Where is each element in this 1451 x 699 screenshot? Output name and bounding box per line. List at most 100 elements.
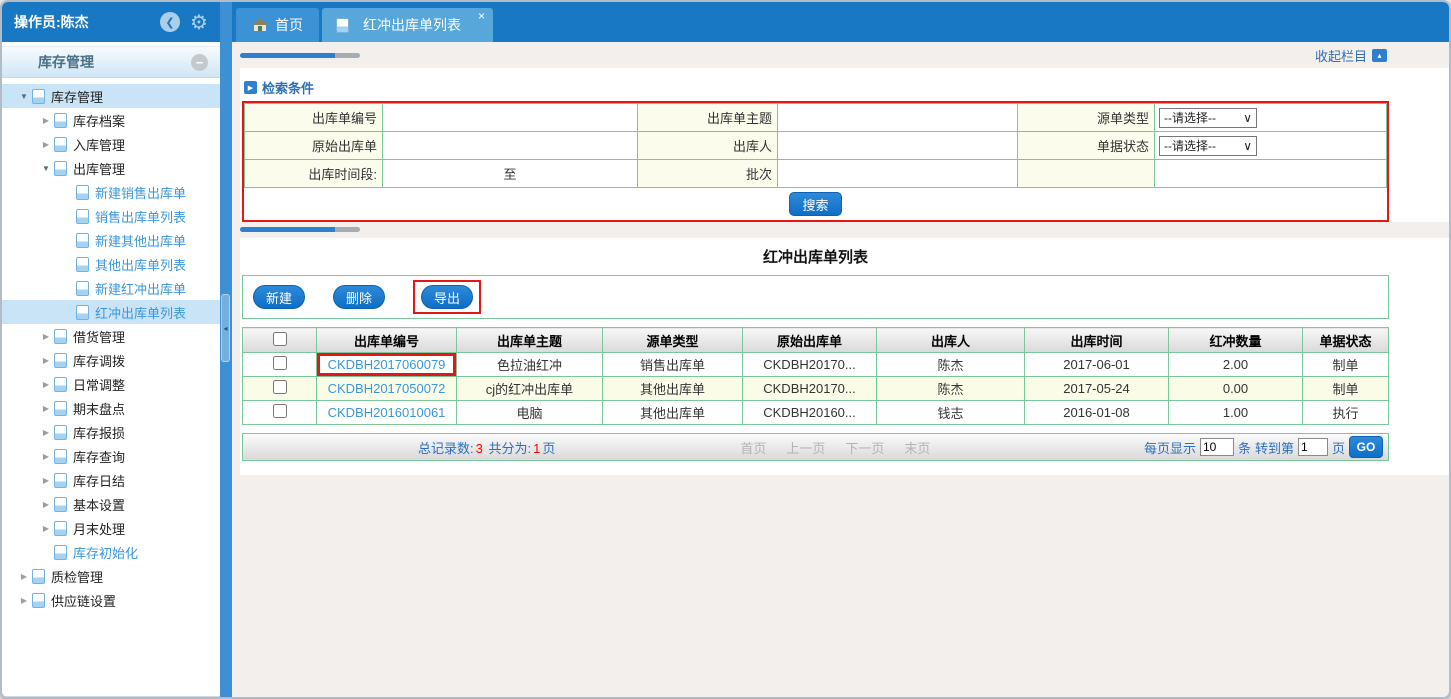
tree-item[interactable]: 新建其他出库单 [2,228,220,252]
order-code-link[interactable]: CKDBH2016010061 [328,405,446,420]
tree-item[interactable]: ▶入库管理 [2,132,220,156]
collapse-columns-link[interactable]: 收起栏目 ▴ [1315,46,1387,65]
per-page-input[interactable] [1200,438,1234,456]
new-button[interactable]: 新建 [253,285,305,309]
pages-suffix: 页 [542,441,555,456]
order-code-link[interactable]: CKDBH2017060079 [328,357,446,372]
collapsed-arrow-icon[interactable]: ▶ [38,140,54,149]
document-icon [54,401,67,416]
document-icon [54,545,67,560]
column-header[interactable]: 原始出库单 [743,328,877,353]
tree-item[interactable]: ▶库存日结 [2,468,220,492]
row-checkbox[interactable] [273,380,287,394]
tree-item[interactable]: ▶供应链设置 [2,588,220,612]
column-header[interactable]: 出库时间 [1025,328,1169,353]
tree-item[interactable]: ▶库存报损 [2,420,220,444]
tree-item[interactable]: ▶期末盘点 [2,396,220,420]
collapsed-arrow-icon[interactable]: ▶ [38,452,54,461]
column-header[interactable]: 红冲数量 [1169,328,1303,353]
delete-button[interactable]: 删除 [333,285,385,309]
page-nav-link[interactable]: 首页 [740,438,766,457]
sidebar-collapse-handle[interactable]: ◂ [221,294,230,362]
expanded-arrow-icon[interactable]: ▼ [38,164,54,173]
back-icon[interactable]: ❮ [160,12,180,32]
tree-item[interactable]: ▶库存档案 [2,108,220,132]
original-outbound-input[interactable] [383,132,638,160]
outbound-time-range[interactable]: 至 [383,160,638,188]
original-cell: CKDBH20160... [743,401,877,425]
tree-item[interactable]: ▶日常调整 [2,372,220,396]
tree-item[interactable]: 新建销售出库单 [2,180,220,204]
page-nav-link[interactable]: 末页 [904,438,930,457]
outbound-subject-input[interactable] [778,104,1018,132]
batch-input[interactable] [778,160,1018,188]
field-label: 出库单主题 [638,104,778,132]
tree-item[interactable]: 红冲出库单列表 [2,300,220,324]
tree-item[interactable]: ▼出库管理 [2,156,220,180]
tree-item[interactable]: ▶库存查询 [2,444,220,468]
section-arrow-icon: ▶ [244,81,257,94]
tree-item[interactable]: ▼库存管理 [2,84,220,108]
document-icon [336,18,349,33]
collapsed-arrow-icon[interactable]: ▶ [16,596,32,605]
collapsed-arrow-icon[interactable]: ▶ [38,332,54,341]
horizontal-scrollbar[interactable] [240,227,360,232]
tree-item-label: 基本设置 [73,495,125,514]
tree-item[interactable]: ▶质检管理 [2,564,220,588]
date-cell: 2016-01-08 [1025,401,1169,425]
row-checkbox[interactable] [273,356,287,370]
horizontal-scrollbar[interactable] [240,53,360,58]
document-icon [54,521,67,536]
document-icon [32,593,45,608]
order-code-link[interactable]: CKDBH2017050072 [328,381,446,396]
column-header[interactable]: 出库人 [877,328,1025,353]
collapsed-arrow-icon[interactable]: ▶ [38,428,54,437]
page-nav-link[interactable]: 上一页 [786,438,825,457]
row-checkbox[interactable] [273,404,287,418]
outbound-order-no-input[interactable] [383,104,638,132]
tree-item[interactable]: ▶月末处理 [2,516,220,540]
collapse-minus-icon[interactable]: − [191,54,208,71]
collapsed-arrow-icon[interactable]: ▶ [38,356,54,365]
tree-item[interactable]: ▶库存调拨 [2,348,220,372]
column-header[interactable]: 单据状态 [1303,328,1389,353]
collapsed-arrow-icon[interactable]: ▶ [16,572,32,581]
column-header[interactable]: 源单类型 [603,328,743,353]
expanded-arrow-icon[interactable]: ▼ [16,92,32,101]
tree-item[interactable]: 新建红冲出库单 [2,276,220,300]
tab-red-flush-list[interactable]: 红冲出库单列表 × [322,8,493,42]
collapsed-arrow-icon[interactable]: ▶ [38,500,54,509]
tree-item[interactable]: ▶ 基本设置 [2,492,220,516]
source-type-select[interactable]: --请选择--∨ [1155,104,1387,132]
search-conditions-header[interactable]: ▶ 检索条件 [244,78,1449,97]
collapsed-arrow-icon[interactable]: ▶ [38,476,54,485]
tree-item[interactable]: 销售出库单列表 [2,204,220,228]
goto-page-input[interactable] [1298,438,1328,456]
subject-cell: 色拉油红冲 [457,353,603,377]
doc-status-select[interactable]: --请选择--∨ [1159,136,1257,156]
total-count: 3 [474,441,485,456]
go-button[interactable]: GO [1349,436,1383,458]
search-button[interactable]: 搜索 [789,192,841,216]
export-button[interactable]: 导出 [421,285,473,309]
qty-cell: 0.00 [1169,377,1303,401]
outbound-person-input[interactable] [778,132,1018,160]
operator-bar: 操作员:陈杰 ❮ ⚙ [2,2,220,42]
tree-item[interactable]: ▶借货管理 [2,324,220,348]
source-type-select[interactable]: --请选择--∨ [1159,108,1257,128]
collapsed-arrow-icon[interactable]: ▶ [38,380,54,389]
tab-home[interactable]: 首页 [236,8,319,42]
collapsed-arrow-icon[interactable]: ▶ [38,524,54,533]
page-nav-link[interactable]: 下一页 [845,438,884,457]
tab-close-icon[interactable]: × [478,10,485,22]
column-header[interactable]: 出库单主题 [457,328,603,353]
select-all-checkbox[interactable] [273,332,287,346]
tree-item[interactable]: 其他出库单列表 [2,252,220,276]
select-value: --请选择-- [1164,137,1216,154]
tree-item[interactable]: 库存初始化 [2,540,220,564]
collapsed-arrow-icon[interactable]: ▶ [38,404,54,413]
collapsed-arrow-icon[interactable]: ▶ [38,116,54,125]
doc-status-select[interactable]: --请选择--∨ [1155,132,1387,160]
column-header[interactable]: 出库单编号 [317,328,457,353]
gear-icon[interactable]: ⚙ [188,12,210,32]
